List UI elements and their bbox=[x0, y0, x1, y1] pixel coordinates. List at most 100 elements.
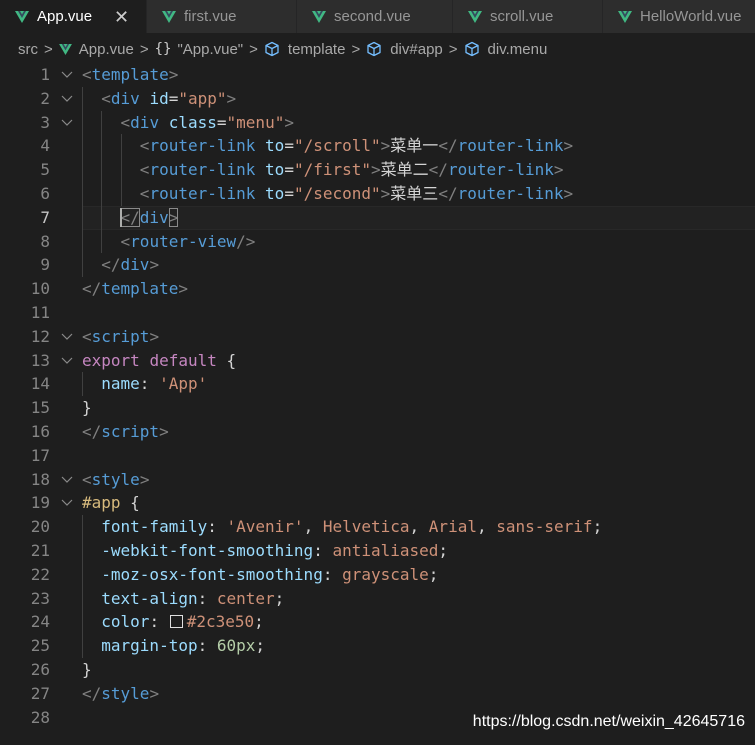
code-token: /> bbox=[236, 231, 256, 251]
code-line[interactable]: 10 </template> bbox=[0, 277, 755, 301]
code-line[interactable]: 11 bbox=[0, 301, 755, 325]
code-text: -moz-osx-font-smoothing: grayscale; bbox=[82, 563, 438, 587]
code-token: </ bbox=[82, 421, 102, 441]
code-token: : bbox=[322, 564, 343, 584]
breadcrumb-label: div#app bbox=[390, 40, 443, 58]
code-text: </div> bbox=[82, 253, 159, 277]
breadcrumb-item-div-menu[interactable]: div.menu bbox=[464, 41, 547, 58]
code-line[interactable]: 2 <div id="app"> bbox=[0, 87, 755, 111]
tab-first-vue[interactable]: first.vue bbox=[147, 0, 297, 33]
code-line[interactable]: 21 -webkit-font-smoothing: antialiased; bbox=[0, 539, 755, 563]
code-line[interactable]: 7 </div> bbox=[0, 205, 755, 230]
watermark: https://blog.csdn.net/weixin_42645716 bbox=[472, 713, 745, 730]
breadcrumb-item-app-vue[interactable]: App.vue bbox=[58, 41, 134, 58]
code-line[interactable]: 6 <router-link to="/second">菜单三</router-… bbox=[0, 182, 755, 206]
cube-icon bbox=[464, 41, 479, 57]
code-token: ; bbox=[592, 517, 603, 537]
code-line[interactable]: 9 </div> bbox=[0, 253, 755, 277]
tab-second-vue[interactable]: second.vue bbox=[297, 0, 453, 33]
tab-helloworld-vue[interactable]: HelloWorld.vue bbox=[603, 0, 755, 33]
code-token: router-link bbox=[149, 160, 256, 180]
code-line[interactable]: 26} bbox=[0, 658, 755, 682]
code-token: font-family bbox=[101, 517, 208, 537]
code-text: </script> bbox=[82, 420, 169, 444]
code-area[interactable]: 1 <template> 2 <div id="app"> 3 <div class=… bbox=[0, 63, 755, 729]
code-text: </template> bbox=[82, 277, 188, 301]
code-token: "/scroll" bbox=[293, 136, 381, 156]
color-swatch-icon[interactable] bbox=[169, 615, 183, 629]
code-token: > bbox=[371, 160, 381, 180]
code-line[interactable]: 13 export default { bbox=[0, 349, 755, 373]
code-token: router-link bbox=[447, 160, 554, 180]
code-token: ; bbox=[428, 564, 439, 584]
code-line[interactable]: 20 font-family: 'Avenir', Helvetica, Ari… bbox=[0, 515, 755, 539]
breadcrumb: src > App.vue > {} "App.vue" > template … bbox=[0, 33, 755, 65]
code-line[interactable]: 16 </script> bbox=[0, 420, 755, 444]
line-number: 28 bbox=[30, 707, 50, 727]
breadcrumb-separator: > bbox=[139, 40, 149, 58]
code-token: < bbox=[101, 88, 111, 108]
code-text: <script> bbox=[82, 325, 159, 349]
code-token: = bbox=[284, 136, 294, 156]
close-icon[interactable]: ✕ bbox=[114, 8, 129, 26]
code-line[interactable]: 5 <router-link to="/first">菜单二</router-l… bbox=[0, 158, 755, 182]
line-number: 19 bbox=[30, 493, 50, 513]
line-number: 22 bbox=[30, 564, 50, 584]
code-token: ; bbox=[254, 612, 264, 632]
code-line[interactable]: 25 margin-top: 60px; bbox=[0, 634, 755, 658]
code-line[interactable]: 1 <template> bbox=[0, 63, 755, 87]
fold-chevron-icon[interactable] bbox=[60, 349, 74, 373]
code-line[interactable]: 8 <router-view/> bbox=[0, 230, 755, 254]
fold-chevron-icon[interactable] bbox=[60, 63, 74, 87]
breadcrumb-separator: > bbox=[44, 40, 53, 58]
code-token: antialiased bbox=[332, 540, 439, 560]
code-text: } bbox=[82, 396, 92, 420]
breadcrumb-label: src bbox=[18, 40, 38, 58]
fold-chevron-icon[interactable] bbox=[60, 468, 74, 492]
tab-app-vue[interactable]: App.vue ✕ bbox=[0, 0, 147, 33]
code-line[interactable]: 27 </style> bbox=[0, 682, 755, 706]
breadcrumb-item-src[interactable]: src bbox=[18, 41, 38, 58]
code-line[interactable]: 24 color: #2c3e50; bbox=[0, 610, 755, 634]
breadcrumb-item-module[interactable]: {} "App.vue" bbox=[155, 41, 244, 58]
code-line[interactable]: 12 <script> bbox=[0, 325, 755, 349]
code-token: 'App' bbox=[159, 374, 208, 394]
code-line[interactable]: 19 #app { bbox=[0, 491, 755, 515]
breadcrumb-item-div-app[interactable]: div#app bbox=[366, 41, 443, 58]
tab-label: HelloWorld.vue bbox=[640, 8, 742, 25]
code-line[interactable]: 3 <div class="menu"> bbox=[0, 111, 755, 135]
line-number: 8 bbox=[40, 231, 50, 251]
code-line[interactable]: 23 text-align: center; bbox=[0, 587, 755, 611]
line-number: 15 bbox=[30, 398, 50, 418]
code-token: > bbox=[226, 88, 237, 108]
code-line[interactable]: 14 name: 'App' bbox=[0, 372, 755, 396]
tab-scroll-vue[interactable]: scroll.vue bbox=[453, 0, 603, 33]
breadcrumb-item-template[interactable]: template bbox=[264, 41, 345, 58]
fold-chevron-icon[interactable] bbox=[60, 491, 74, 515]
fold-chevron-icon[interactable] bbox=[60, 87, 74, 111]
code-token: "/second" bbox=[293, 183, 381, 203]
code-text: margin-top: 60px; bbox=[82, 634, 265, 658]
line-number: 7 bbox=[40, 207, 50, 227]
vue-file-icon bbox=[162, 10, 176, 23]
vue-file-icon bbox=[58, 43, 72, 55]
fold-chevron-icon[interactable] bbox=[60, 111, 74, 135]
code-line[interactable]: 17 bbox=[0, 444, 755, 468]
code-token: : bbox=[197, 588, 217, 608]
code-text: <router-link to="/scroll">菜单一</router-li… bbox=[82, 134, 573, 158]
fold-chevron-icon[interactable] bbox=[60, 325, 74, 349]
code-line[interactable]: 22 -moz-osx-font-smoothing: grayscale; bbox=[0, 563, 755, 587]
code-token: } bbox=[82, 398, 92, 418]
braces-icon: {} bbox=[154, 41, 172, 57]
code-token: ; bbox=[255, 636, 266, 656]
code-token: export bbox=[82, 350, 140, 370]
code-line[interactable]: 15} bbox=[0, 396, 755, 420]
code-token: = bbox=[216, 112, 227, 132]
code-line[interactable]: 18 <style> bbox=[0, 468, 755, 492]
code-token: 菜单三 bbox=[390, 183, 439, 203]
code-token: </ bbox=[82, 279, 102, 299]
code-line[interactable]: 4 <router-link to="/scroll">菜单一</router-… bbox=[0, 134, 755, 158]
